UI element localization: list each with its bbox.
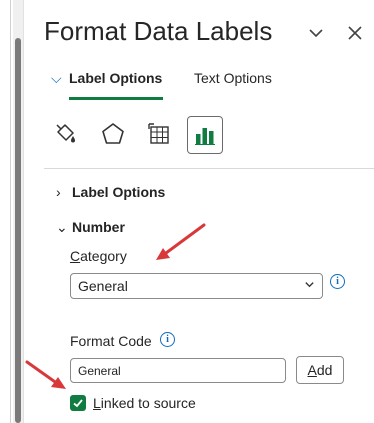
category-value: General [78, 278, 128, 294]
linked-to-source-label[interactable]: Linked to source [93, 395, 196, 411]
pane-title: Format Data Labels [44, 16, 273, 46]
scrollbar-thumb[interactable] [15, 38, 21, 423]
label-options-chart-icon[interactable] [187, 116, 223, 154]
annotation-arrow-category [156, 223, 206, 260]
task-pane-options-icon[interactable] [305, 22, 327, 44]
chevron-down-icon [304, 279, 316, 293]
annotation-arrow-linked [25, 360, 66, 389]
linked-to-source-checkbox[interactable] [70, 395, 86, 411]
checkmark-icon [73, 399, 83, 408]
format-code-field[interactable] [78, 364, 278, 378]
divider [44, 168, 374, 169]
tab-text-options[interactable]: Text Options [194, 70, 272, 86]
format-code-input[interactable] [70, 358, 286, 383]
section-number-title: Number [72, 219, 125, 235]
section-label-options-title: Label Options [72, 184, 166, 200]
chevron-right-icon: › [56, 184, 61, 200]
category-label: Category [70, 248, 127, 264]
fill-line-icon[interactable] [48, 116, 82, 152]
section-label-options[interactable]: › Label Options [56, 184, 165, 200]
tab-label: Label Options [69, 70, 163, 86]
section-number[interactable]: ⌄ Number [56, 219, 125, 236]
tab-label-options[interactable]: ⌵ Label Options [51, 70, 162, 87]
worksheet-edge [0, 0, 13, 423]
info-icon[interactable]: i [160, 332, 175, 347]
size-properties-icon[interactable] [142, 116, 176, 152]
info-icon[interactable]: i [330, 274, 345, 289]
active-tab-indicator [69, 97, 163, 100]
effects-icon[interactable] [96, 116, 130, 152]
chevron-down-icon: ⌄ [56, 219, 68, 235]
add-button[interactable]: Add [296, 356, 344, 384]
close-icon[interactable] [344, 22, 366, 44]
chevron-down-icon: ⌵ [51, 70, 62, 86]
category-dropdown[interactable]: General [70, 273, 323, 299]
format-code-label: Format Code [70, 333, 152, 349]
